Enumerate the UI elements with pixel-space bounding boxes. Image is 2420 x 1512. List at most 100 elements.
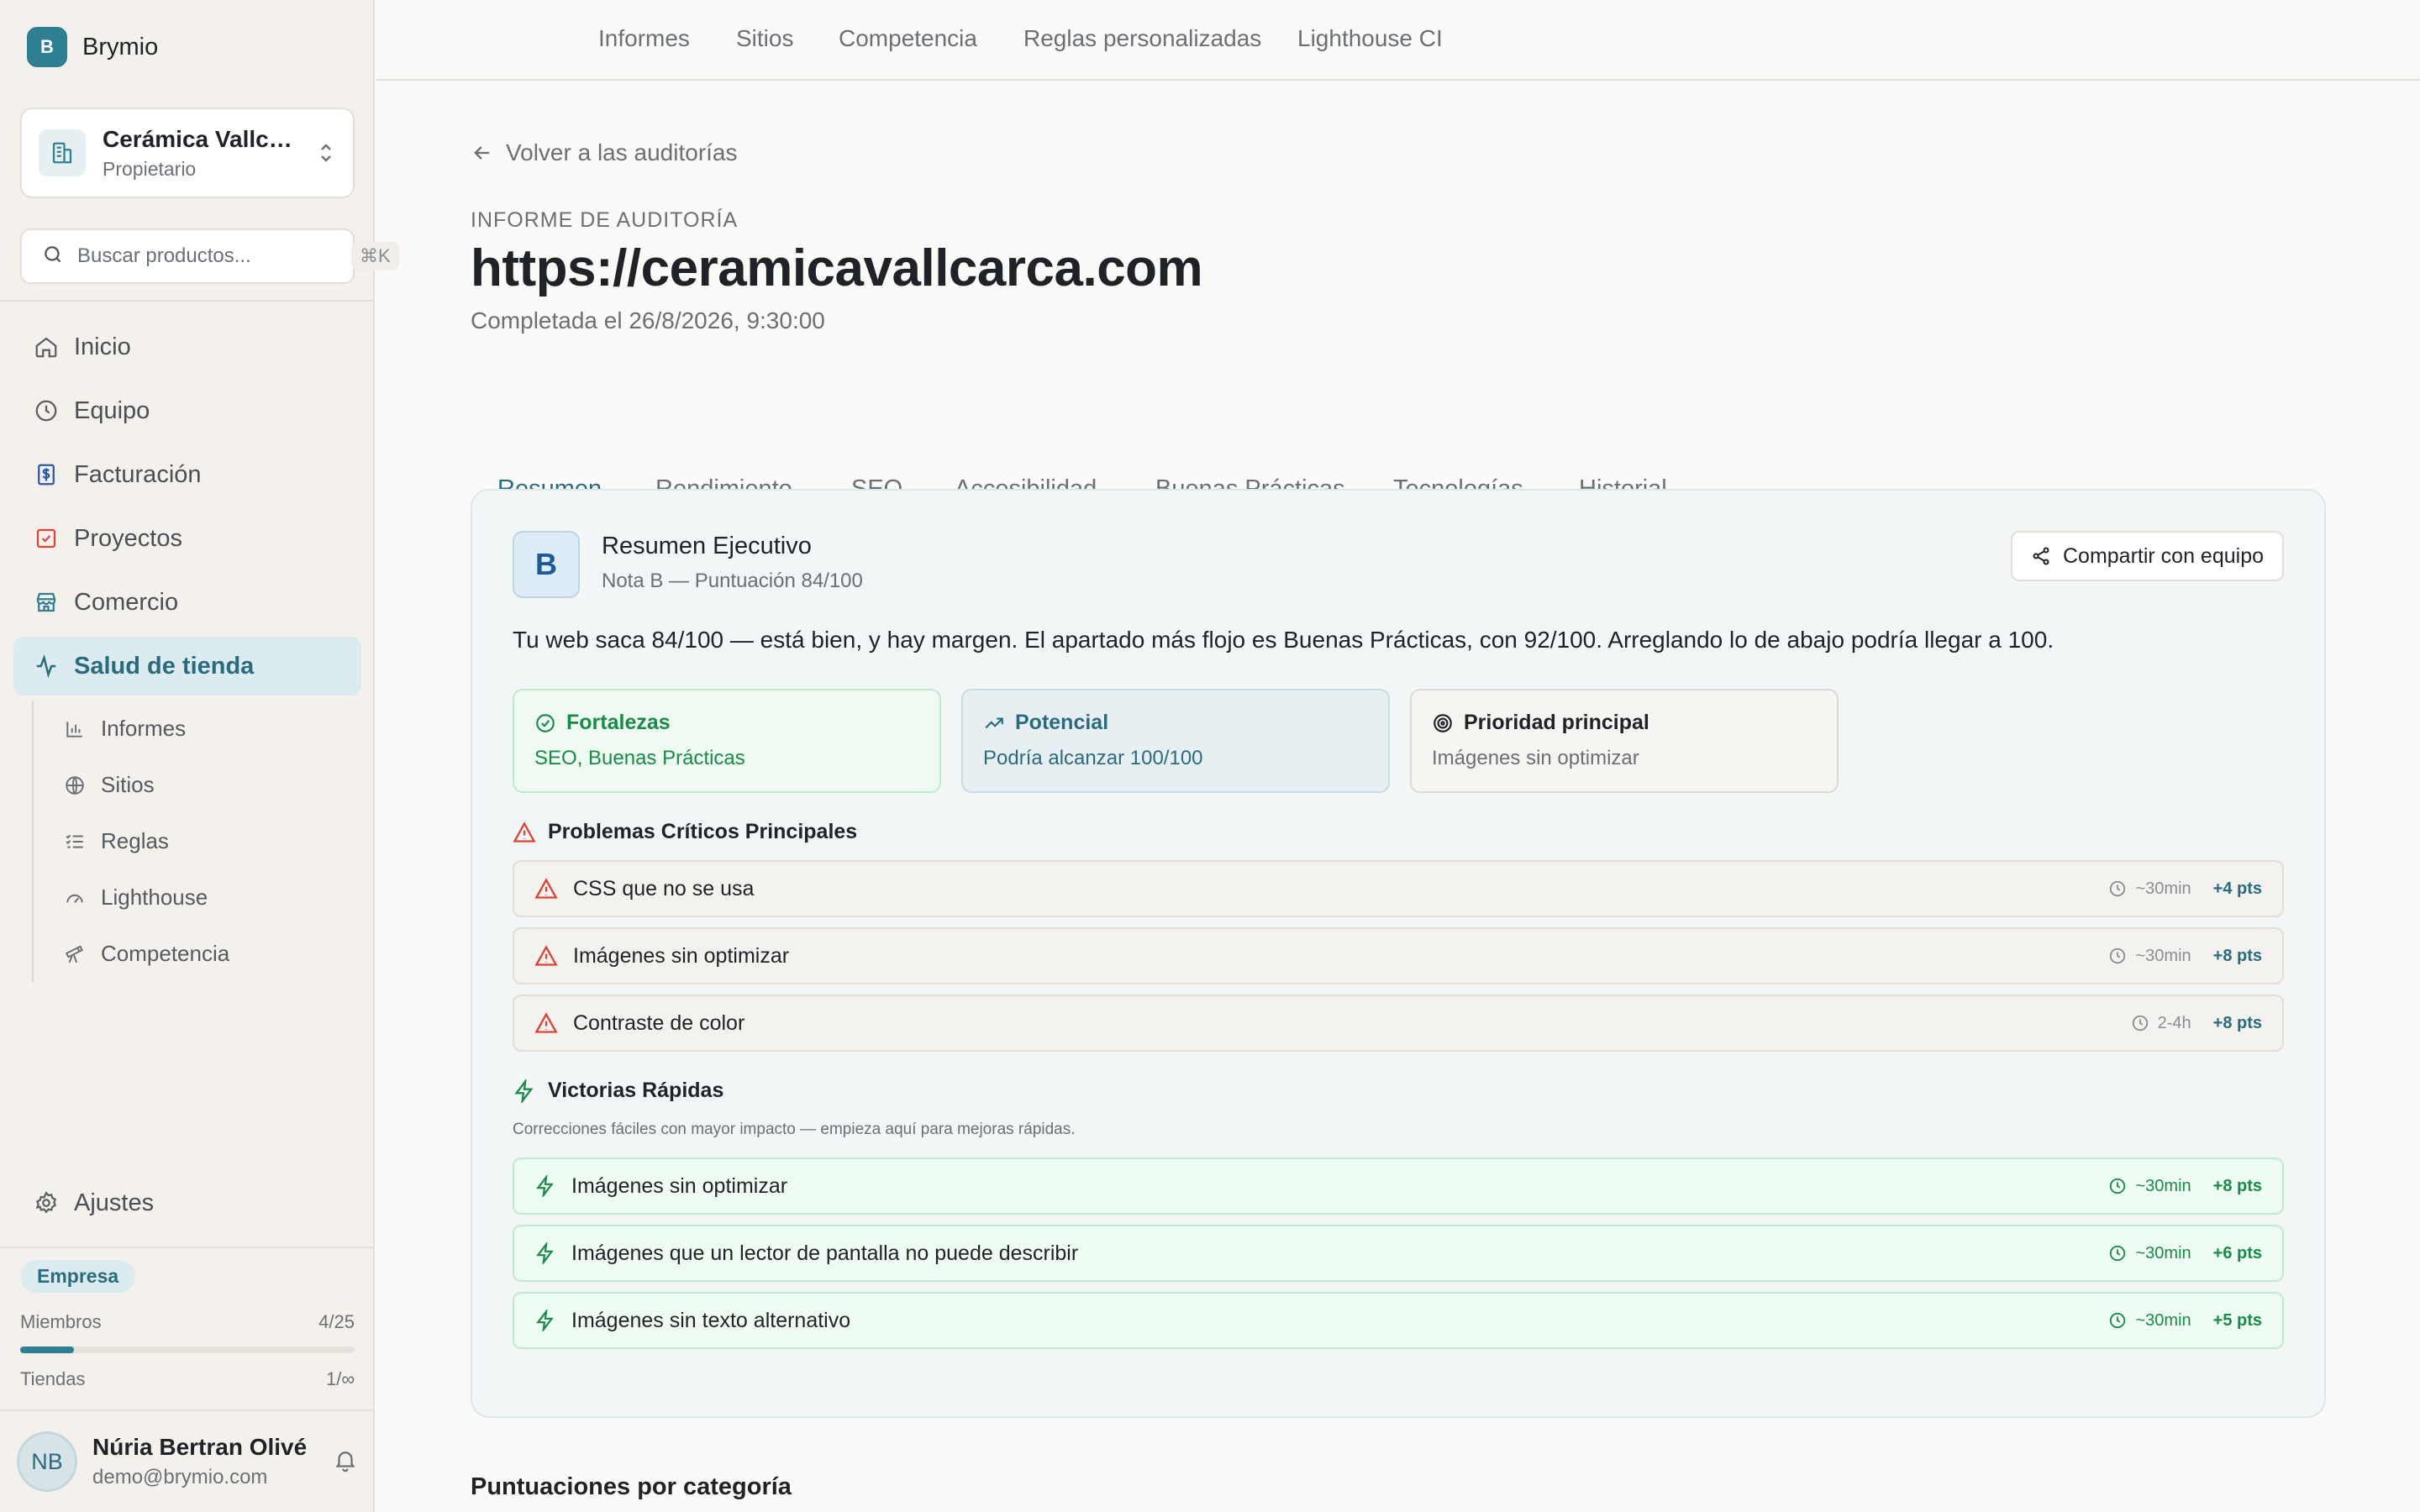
nav-item-inicio[interactable]: Inicio — [13, 318, 361, 376]
subnav-item-lighthouse[interactable]: Lighthouse — [34, 869, 351, 926]
executive-summary-text: Tu web saca 84/100 — está bien, y hay ma… — [513, 627, 2054, 653]
home-icon — [35, 337, 57, 358]
critical-item-label: Imágenes sin optimizar — [573, 943, 790, 968]
subnav-label: Informes — [101, 716, 187, 741]
strengths-text: SEO, Buenas Prácticas — [534, 747, 745, 769]
critical-item-time: ~30min — [2135, 879, 2191, 898]
topnav-competencia[interactable]: Competencia — [839, 25, 977, 52]
topnav-sitios[interactable]: Sitios — [736, 25, 793, 52]
lightning-icon — [536, 1175, 554, 1197]
store-icon — [36, 592, 56, 612]
quick-win-item[interactable]: Imágenes sin optimizar ~30min +8 pts — [513, 1158, 2284, 1215]
org-name: Cerámica Vallcarca — [103, 125, 299, 152]
executive-summary-card: B Resumen Ejecutivo Nota B — Puntuación … — [471, 489, 2326, 1418]
stores-label: Tiendas — [20, 1368, 86, 1389]
members-label: Miembros — [20, 1311, 102, 1332]
search-shortcut: ⌘K — [351, 242, 399, 270]
subnav-item-competencia[interactable]: Competencia — [34, 926, 351, 982]
arrow-left-icon — [474, 146, 490, 160]
back-link[interactable]: Volver a las auditorías — [471, 139, 738, 166]
members-progress-fill — [20, 1347, 74, 1353]
main-nav: Inicio Equipo Facturación Proyectos Come… — [13, 318, 361, 701]
brand-logo: B — [27, 27, 67, 67]
priority-text: Imágenes sin optimizar — [1432, 747, 1639, 769]
quick-win-time: ~30min — [2135, 1176, 2191, 1195]
search-box[interactable]: ⌘K — [20, 228, 399, 284]
nav-item-equipo[interactable]: Equipo — [13, 381, 361, 440]
subnav: Informes Sitios Reglas Lighthouse Compet… — [32, 701, 351, 982]
potential-title: Potencial — [1015, 711, 1109, 734]
building-icon — [39, 129, 86, 176]
critical-item-time: 2-4h — [2157, 1013, 2191, 1032]
nav-label: Comercio — [74, 588, 179, 616]
chevron-updown-icon — [316, 138, 336, 168]
top-nav: Informes Sitios Competencia Reglas perso… — [376, 0, 2420, 81]
stores-value: 1/∞ — [325, 1368, 355, 1389]
nav-item-proyectos[interactable]: Proyectos — [13, 509, 361, 568]
quick-win-item[interactable]: Imágenes sin texto alternativo ~30min +5… — [513, 1292, 2284, 1349]
user-name: Núria Bertran Olivé — [92, 1434, 308, 1460]
list-check-icon — [66, 834, 83, 848]
quick-win-points: +6 pts — [2212, 1243, 2262, 1263]
critical-item-points: +8 pts — [2212, 946, 2262, 965]
settings-label: Ajustes — [74, 1189, 155, 1216]
quick-win-label: Imágenes sin texto alternativo — [571, 1308, 851, 1332]
quick-win-points: +8 pts — [2212, 1176, 2262, 1195]
nav-item-salud-de-tienda[interactable]: Salud de tienda — [13, 637, 361, 696]
checkbox-icon — [36, 528, 56, 549]
topnav-informes[interactable]: Informes — [598, 25, 690, 52]
categories-title: Puntuaciones por categoría — [471, 1473, 792, 1500]
lightning-icon — [536, 1242, 554, 1264]
nav-label: Equipo — [74, 396, 150, 424]
brand[interactable]: B Brymio — [27, 27, 158, 67]
share-label: Compartir con equipo — [2062, 543, 2264, 568]
page-eyebrow: INFORME DE AUDITORÍA — [471, 208, 739, 232]
critical-item[interactable]: Imágenes sin optimizar ~30min +8 pts — [513, 927, 2284, 984]
critical-item[interactable]: CSS que no se usa ~30min +4 pts — [513, 860, 2284, 917]
nav-item-comercio[interactable]: Comercio — [13, 573, 361, 632]
critical-item[interactable]: Contraste de color 2-4h +8 pts — [513, 995, 2284, 1052]
subnav-label: Competencia — [101, 941, 230, 966]
warning-icon — [513, 821, 536, 843]
bell-icon[interactable] — [333, 1447, 358, 1477]
brand-name: Brymio — [82, 33, 159, 60]
warning-icon — [534, 945, 558, 966]
lightning-icon — [514, 1079, 534, 1103]
telescope-icon — [65, 944, 83, 963]
search-input[interactable] — [77, 244, 338, 268]
nav-label: Proyectos — [74, 524, 182, 552]
check-circle-icon — [536, 713, 555, 732]
clock-icon — [35, 400, 57, 422]
trending-up-icon — [985, 717, 1003, 728]
subnav-item-informes[interactable]: Informes — [34, 701, 351, 757]
strengths-title: Fortalezas — [566, 711, 671, 734]
org-switcher[interactable]: Cerámica Vallcarca Propietario — [20, 108, 355, 198]
clock-icon — [2110, 1178, 2126, 1194]
subnav-label: Sitios — [101, 772, 155, 797]
critical-section-heading: Problemas Críticos Principales — [513, 820, 857, 844]
nav-item-ajustes[interactable]: Ajustes — [34, 1178, 154, 1228]
subnav-item-reglas[interactable]: Reglas — [34, 813, 351, 869]
topnav-reglas-personalizadas[interactable]: Reglas personalizadas — [1023, 25, 1261, 52]
share-icon — [2033, 547, 2049, 565]
quick-wins-note: Correcciones fáciles con mayor impacto —… — [513, 1121, 1076, 1138]
pulse-icon — [36, 654, 56, 679]
quick-wins-title: Victorias Rápidas — [548, 1079, 724, 1102]
globe-icon — [66, 775, 84, 795]
priority-box: Prioridad principal Imágenes sin optimiz… — [1410, 689, 1839, 793]
sidebar: B Brymio Cerámica Vallcarca Propietario … — [0, 0, 399, 1512]
critical-item-label: Contraste de color — [573, 1011, 745, 1035]
page-title: https://ceramicavallcarca.com — [471, 239, 1203, 297]
completed-timestamp: Completada el 26/8/2026, 9:30:00 — [471, 307, 825, 333]
critical-title: Problemas Críticos Principales — [548, 820, 858, 843]
topnav-lighthouse-ci[interactable]: Lighthouse CI — [1297, 25, 1443, 52]
user-menu[interactable]: NB Núria Bertran Olivé demo@brymio.com — [17, 1426, 358, 1497]
org-role: Propietario — [103, 157, 197, 180]
quick-win-item[interactable]: Imágenes que un lector de pantalla no pu… — [513, 1225, 2284, 1282]
nav-item-facturacion[interactable]: Facturación — [13, 445, 361, 504]
subnav-item-sitios[interactable]: Sitios — [34, 757, 351, 813]
executive-title: Resumen Ejecutivo — [602, 533, 812, 559]
share-button[interactable]: Compartir con equipo — [2010, 531, 2284, 581]
quick-win-label: Imágenes que un lector de pantalla no pu… — [571, 1241, 1079, 1265]
quick-win-label: Imágenes sin optimizar — [571, 1173, 788, 1198]
